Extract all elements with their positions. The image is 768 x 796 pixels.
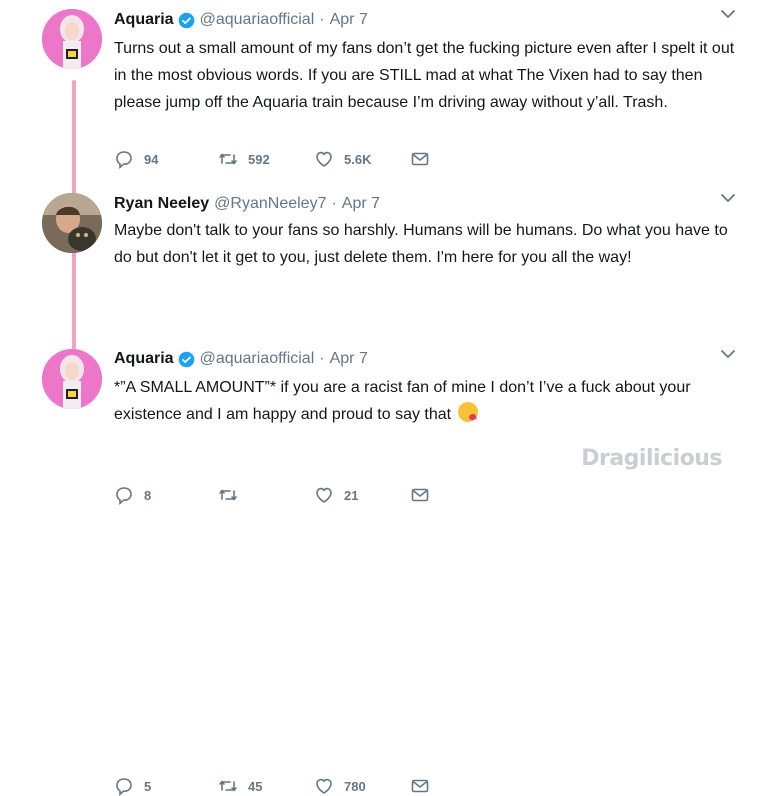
tweet-header: Aquaria @aquariaofficial · Apr 7 bbox=[114, 9, 738, 31]
tweet-header: Ryan Neeley @RyanNeeley7 · Apr 7 bbox=[114, 193, 738, 215]
tweet-header: Aquaria @aquariaofficial · Apr 7 bbox=[114, 348, 738, 370]
chevron-down-icon[interactable] bbox=[718, 188, 738, 208]
message-button[interactable] bbox=[410, 776, 430, 796]
reply-count: 5 bbox=[144, 778, 152, 794]
retweet-count: 45 bbox=[248, 778, 263, 794]
user-handle[interactable]: @aquariaofficial bbox=[200, 350, 315, 368]
user-handle[interactable]: @aquariaofficial bbox=[200, 11, 315, 29]
message-icon bbox=[411, 488, 429, 502]
verified-icon bbox=[178, 351, 194, 367]
like-count: 780 bbox=[344, 778, 366, 794]
tweet-text: *”A SMALL AMOUNT”* if you are a racist f… bbox=[114, 374, 738, 428]
display-name[interactable]: Aquaria bbox=[114, 350, 174, 368]
tweet-content: Ryan Neeley @RyanNeeley7 · Apr 7 Maybe d… bbox=[114, 180, 738, 271]
reply-button[interactable]: 5 bbox=[114, 776, 218, 796]
retweet-count: 592 bbox=[248, 151, 270, 167]
watermark: Dragilicious bbox=[581, 446, 722, 471]
chevron-down-icon[interactable] bbox=[718, 344, 738, 364]
retweet-icon bbox=[219, 489, 237, 501]
kissing-face-emoji-icon bbox=[457, 402, 478, 422]
reply-button[interactable]: 94 bbox=[114, 149, 218, 169]
retweet-icon bbox=[219, 153, 237, 165]
avatar[interactable] bbox=[42, 349, 102, 409]
message-button[interactable] bbox=[410, 485, 430, 505]
tweet-actions: 94 592 5.6K bbox=[114, 149, 430, 169]
like-button[interactable]: 5.6K bbox=[314, 149, 410, 169]
display-name[interactable]: Aquaria bbox=[114, 11, 174, 29]
like-button[interactable]: 21 bbox=[314, 485, 410, 505]
tweet-text-body: *”A SMALL AMOUNT”* if you are a racist f… bbox=[114, 379, 691, 423]
reply-count: 94 bbox=[144, 151, 159, 167]
reply-icon bbox=[116, 487, 132, 505]
like-icon bbox=[316, 487, 332, 503]
tweet-text: Maybe don't talk to your fans so harshly… bbox=[114, 222, 728, 266]
reply-icon bbox=[116, 778, 132, 796]
reply-button[interactable]: 8 bbox=[114, 485, 218, 505]
message-icon bbox=[411, 152, 429, 166]
like-button[interactable]: 780 bbox=[314, 776, 410, 796]
tweet-actions: 8 21 bbox=[114, 485, 430, 505]
retweet-icon bbox=[219, 780, 237, 792]
separator-dot: · bbox=[319, 11, 325, 28]
tweet-text: Turns out a small amount of my fans don’… bbox=[114, 40, 735, 111]
user-handle[interactable]: @RyanNeeley7 bbox=[214, 195, 326, 213]
display-name[interactable]: Ryan Neeley bbox=[114, 195, 209, 213]
tweet-date[interactable]: Apr 7 bbox=[342, 195, 380, 213]
retweet-button[interactable]: 45 bbox=[218, 776, 314, 796]
like-icon bbox=[316, 778, 332, 794]
retweet-button[interactable]: 592 bbox=[218, 149, 314, 169]
chevron-down-icon[interactable] bbox=[718, 4, 738, 24]
tweet-content: Aquaria @aquariaofficial · Apr 7 *”A SMA… bbox=[114, 340, 738, 428]
message-icon bbox=[411, 779, 429, 793]
tweet-content: Aquaria @aquariaofficial · Apr 7 Turns o… bbox=[114, 0, 738, 116]
like-icon bbox=[316, 151, 332, 167]
avatar[interactable] bbox=[42, 193, 102, 253]
like-count: 5.6K bbox=[344, 151, 372, 167]
reply-icon bbox=[116, 151, 132, 169]
reply-count: 8 bbox=[144, 487, 152, 503]
like-count: 21 bbox=[344, 487, 359, 503]
avatar[interactable] bbox=[42, 9, 102, 69]
tweet-actions: 5 45 780 bbox=[114, 776, 430, 796]
separator-dot: · bbox=[331, 195, 337, 212]
verified-icon bbox=[178, 12, 194, 28]
tweet-date[interactable]: Apr 7 bbox=[330, 11, 368, 29]
message-button[interactable] bbox=[410, 149, 430, 169]
retweet-button[interactable] bbox=[218, 485, 314, 505]
tweet-date[interactable]: Apr 7 bbox=[330, 350, 368, 368]
separator-dot: · bbox=[319, 350, 325, 367]
